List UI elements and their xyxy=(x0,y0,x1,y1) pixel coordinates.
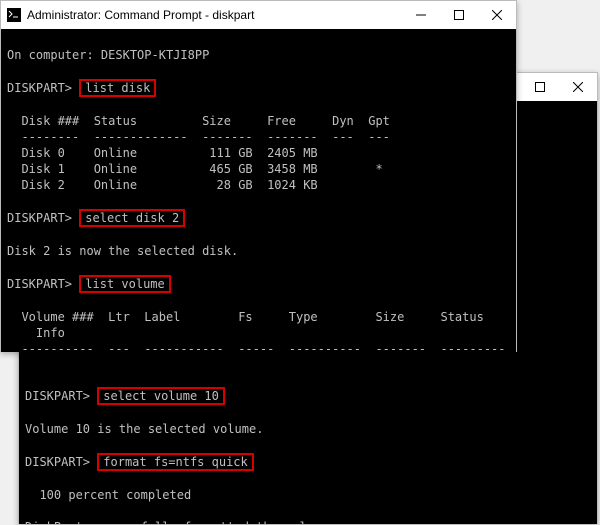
cmd-list-volume: list volume xyxy=(79,275,170,293)
prompt: DISKPART> xyxy=(25,455,90,469)
msg-progress: 100 percent completed xyxy=(25,488,191,502)
cmd-format: format fs=ntfs quick xyxy=(97,453,254,471)
maximize-button[interactable] xyxy=(521,73,559,101)
cmd-icon xyxy=(7,8,21,22)
cmd-select-disk: select disk 2 xyxy=(79,209,185,227)
disk-header: Disk ### Status Size Free Dyn Gpt xyxy=(7,114,390,128)
computer-line: On computer: DESKTOP-KTJI8PP xyxy=(7,48,209,62)
disk-divider: -------- ------------- ------- ------- -… xyxy=(7,130,390,144)
msg-success: DiskPart successfully formatted the volu… xyxy=(25,520,336,524)
cmd-select-volume: select volume 10 xyxy=(97,387,225,405)
msg-selected-disk: Disk 2 is now the selected disk. xyxy=(7,244,238,258)
close-button[interactable] xyxy=(478,1,516,29)
table-row: Disk 2 Online 28 GB 1024 KB xyxy=(7,178,318,192)
cmd-window-front: Administrator: Command Prompt - diskpart… xyxy=(0,0,517,352)
close-button[interactable] xyxy=(559,73,597,101)
table-row: Disk 0 Online 111 GB 2405 MB xyxy=(7,146,318,160)
vol-header: Volume ### Ltr Label Fs Type Size Status xyxy=(7,310,484,324)
prompt: DISKPART> xyxy=(25,389,90,403)
titlebar-front[interactable]: Administrator: Command Prompt - diskpart xyxy=(1,1,516,29)
terminal-front[interactable]: On computer: DESKTOP-KTJI8PP DISKPART> l… xyxy=(1,29,516,352)
minimize-button[interactable] xyxy=(402,1,440,29)
window-title-front: Administrator: Command Prompt - diskpart xyxy=(27,8,254,22)
cmd-list-disk: list disk xyxy=(79,79,156,97)
table-row: Disk 1 Online 465 GB 3458 MB * xyxy=(7,162,383,176)
vol-divider: ---------- --- ----------- ----- -------… xyxy=(7,342,506,352)
maximize-button[interactable] xyxy=(440,1,478,29)
prompt: DISKPART> xyxy=(7,211,72,225)
window-controls-front xyxy=(402,1,516,29)
prompt: DISKPART> xyxy=(7,81,72,95)
msg-selected-volume: Volume 10 is the selected volume. xyxy=(25,422,263,436)
prompt: DISKPART> xyxy=(7,277,72,291)
vol-header: Info xyxy=(7,326,65,340)
